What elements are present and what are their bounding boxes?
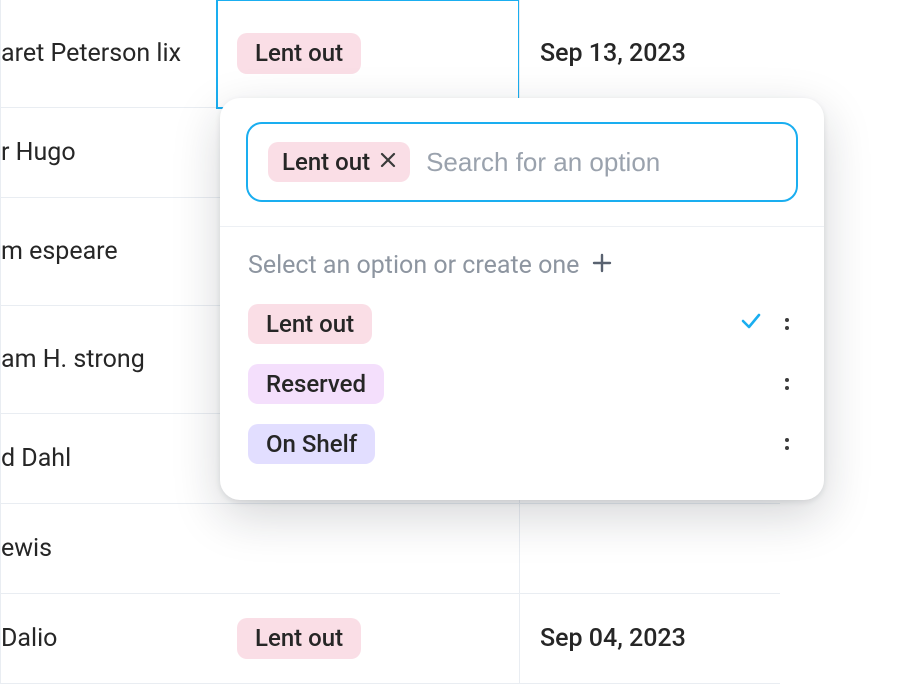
status-cell-selected[interactable]: Lent out bbox=[217, 0, 519, 108]
table-row[interactable]: am H. strong bbox=[0, 306, 217, 414]
remove-chip-icon[interactable] bbox=[380, 151, 396, 173]
option-item[interactable]: Reserved bbox=[236, 354, 808, 414]
status-cell[interactable] bbox=[217, 504, 519, 594]
create-option-icon[interactable] bbox=[591, 252, 613, 279]
option-more-icon[interactable] bbox=[778, 376, 796, 392]
option-picker-panel: Lent out Select an option or create one … bbox=[220, 98, 824, 500]
cell-name: ewis bbox=[1, 534, 52, 564]
option-searchbox[interactable]: Lent out bbox=[246, 122, 798, 202]
date-cell[interactable]: Sep 04, 2023 bbox=[519, 594, 780, 684]
selected-chip[interactable]: Lent out bbox=[268, 142, 410, 182]
option-chip: Reserved bbox=[248, 364, 384, 404]
option-item[interactable]: On Shelf bbox=[236, 414, 808, 474]
option-chip: On Shelf bbox=[248, 424, 375, 464]
cell-name: Dalio bbox=[1, 624, 57, 654]
table-row[interactable]: m espeare bbox=[0, 198, 217, 306]
status-chip: Lent out bbox=[237, 618, 361, 659]
status-chip: Lent out bbox=[237, 33, 361, 74]
option-item[interactable]: Lent out bbox=[236, 294, 808, 354]
table-row[interactable]: aret Peterson lix bbox=[0, 0, 217, 108]
option-hint: Select an option or create one bbox=[236, 245, 808, 294]
option-chip: Lent out bbox=[248, 304, 372, 344]
selected-chip-label: Lent out bbox=[282, 148, 370, 176]
option-more-icon[interactable] bbox=[778, 316, 796, 332]
check-icon bbox=[736, 309, 766, 340]
cell-name: aret Peterson lix bbox=[1, 39, 181, 69]
option-more-icon[interactable] bbox=[778, 436, 796, 452]
cell-name: m espeare bbox=[1, 237, 118, 267]
option-search-input[interactable] bbox=[424, 146, 776, 179]
option-hint-text: Select an option or create one bbox=[248, 251, 579, 280]
date-cell[interactable] bbox=[519, 504, 780, 594]
cell-name: r Hugo bbox=[1, 138, 76, 168]
cell-name: d Dahl bbox=[1, 444, 71, 474]
status-cell[interactable]: Lent out bbox=[217, 594, 519, 684]
table-row[interactable]: r Hugo bbox=[0, 108, 217, 198]
cell-name: am H. strong bbox=[1, 345, 145, 375]
column-name: aret Peterson lix r Hugo m espeare am H.… bbox=[0, 0, 217, 684]
table-row[interactable]: ewis bbox=[0, 504, 217, 594]
cell-date: Sep 13, 2023 bbox=[540, 39, 686, 68]
date-cell[interactable]: Sep 13, 2023 bbox=[519, 0, 780, 108]
cell-date: Sep 04, 2023 bbox=[540, 624, 686, 653]
table-row[interactable]: d Dahl bbox=[0, 414, 217, 504]
table-row[interactable]: Dalio bbox=[0, 594, 217, 684]
